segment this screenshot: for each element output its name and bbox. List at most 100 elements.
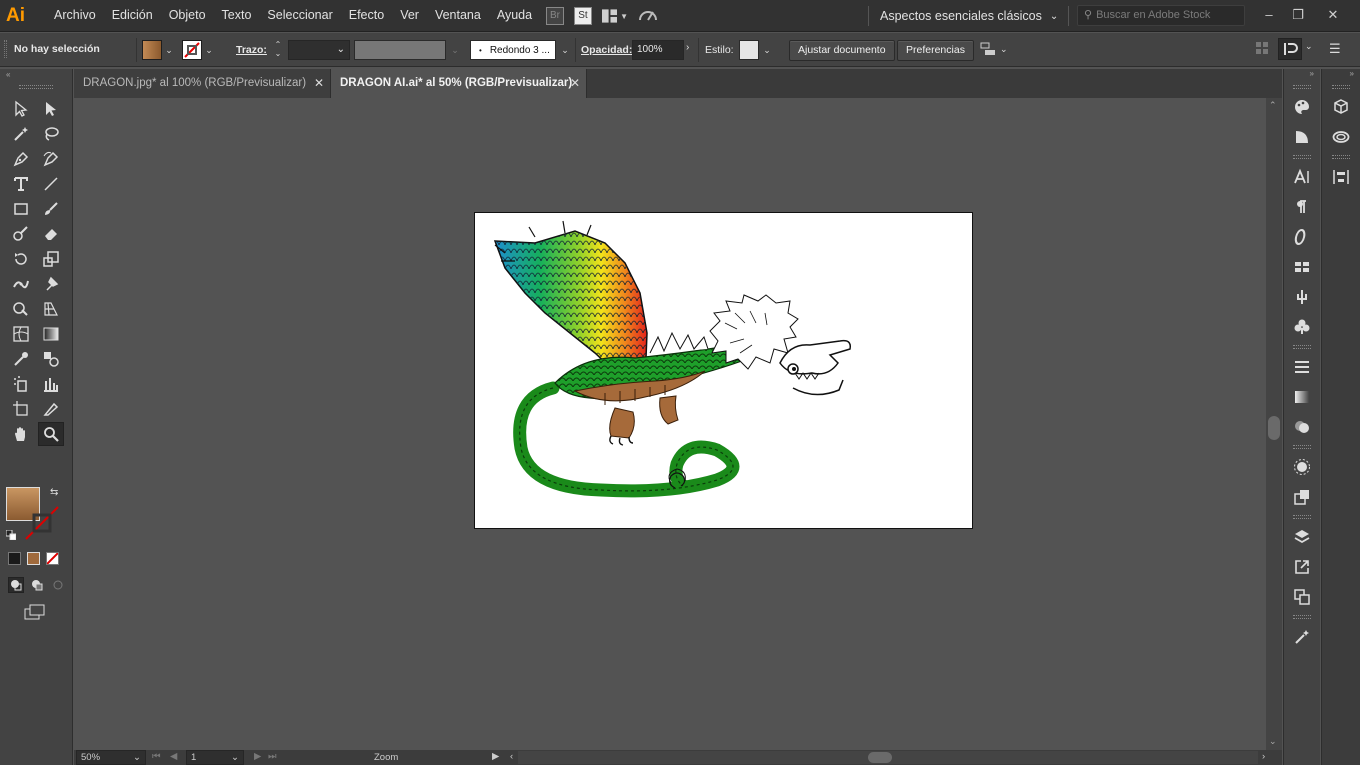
libraries-icon[interactable]: [1329, 125, 1353, 149]
zoom-icon[interactable]: [38, 422, 64, 446]
fill-dropdown[interactable]: ⌄: [162, 40, 176, 60]
paragraph-icon[interactable]: [1290, 195, 1314, 219]
gradient-mode-icon[interactable]: [27, 552, 40, 565]
last-artboard-icon[interactable]: ⏭: [268, 751, 277, 762]
panel-menu-icon[interactable]: ☰: [1329, 41, 1341, 57]
restore-button[interactable]: ❐: [1283, 0, 1313, 32]
rotate-icon[interactable]: [8, 247, 34, 271]
opacity-field[interactable]: 100%: [632, 40, 684, 60]
gradient-panel-icon[interactable]: [1290, 385, 1314, 409]
menu-texto[interactable]: Texto: [214, 0, 260, 32]
draw-inside-icon[interactable]: [50, 577, 66, 593]
close-tab-icon[interactable]: ✕: [314, 69, 324, 98]
paintbrush-icon[interactable]: [38, 197, 64, 221]
preferences-button[interactable]: Preferencias: [897, 40, 974, 61]
graphic-style-swatch[interactable]: [739, 40, 759, 60]
artboards-panel-icon[interactable]: [1290, 585, 1314, 609]
scale-icon[interactable]: [38, 247, 64, 271]
menu-objeto[interactable]: Objeto: [161, 0, 214, 32]
close-tab-icon[interactable]: ✕: [570, 69, 580, 98]
symbol-sprayer-icon[interactable]: [8, 372, 34, 396]
width-icon[interactable]: [8, 272, 34, 296]
stock-icon[interactable]: St: [574, 7, 592, 25]
brush-dropdown[interactable]: ⌄: [558, 40, 572, 60]
stroke-label[interactable]: Trazo:: [236, 44, 267, 56]
chevron-right-icon[interactable]: ›: [686, 42, 689, 53]
opentype-icon[interactable]: [1290, 225, 1314, 249]
artboard-number-field[interactable]: 1 ⌄: [186, 750, 244, 765]
grid-icon[interactable]: [1256, 42, 1268, 54]
arrange-documents-icon[interactable]: ▼: [602, 7, 628, 25]
brush-definition[interactable]: • Redondo 3 ...: [470, 40, 556, 60]
dragon-illustration[interactable]: [475, 213, 972, 528]
menu-archivo[interactable]: Archivo: [46, 0, 104, 32]
magic-wand-icon[interactable]: [8, 122, 34, 146]
color-palette-icon[interactable]: [1290, 95, 1314, 119]
scroll-right-icon[interactable]: ›: [1262, 751, 1265, 762]
blend-icon[interactable]: [38, 347, 64, 371]
scroll-up-icon[interactable]: ⌃: [1269, 100, 1277, 111]
stroke-dropdown[interactable]: ⌄: [202, 40, 216, 60]
scroll-down-icon[interactable]: ⌄: [1269, 736, 1277, 747]
curvature-icon[interactable]: [38, 147, 64, 171]
brushes-icon[interactable]: [1290, 285, 1314, 309]
menu-seleccionar[interactable]: Seleccionar: [259, 0, 340, 32]
symbols-icon[interactable]: [1290, 315, 1314, 339]
screen-mode-icon[interactable]: [24, 604, 46, 623]
draw-behind-icon[interactable]: [29, 577, 45, 593]
direct-selection-icon[interactable]: [38, 97, 64, 121]
horizontal-scrollbar[interactable]: [518, 751, 1258, 764]
character-icon[interactable]: [1290, 165, 1314, 189]
close-window-button[interactable]: ✕: [1318, 0, 1348, 32]
menu-ver[interactable]: Ver: [392, 0, 427, 32]
perspective-grid-icon[interactable]: [38, 297, 64, 321]
color-mode-icon[interactable]: [8, 552, 21, 565]
profile-dropdown[interactable]: ⌄: [448, 40, 462, 60]
appearance-icon[interactable]: [1290, 455, 1314, 479]
column-graph-icon[interactable]: [38, 372, 64, 396]
graphic-styles-icon[interactable]: [1290, 485, 1314, 509]
chevron-down-icon[interactable]: ⌄: [1305, 41, 1313, 52]
gradient-icon[interactable]: [38, 322, 64, 346]
menu-ventana[interactable]: Ventana: [427, 0, 489, 32]
default-colors-icon[interactable]: [5, 529, 17, 541]
menu-ayuda[interactable]: Ayuda: [489, 0, 540, 32]
stock-search-input[interactable]: ⚲ Buscar en Adobe Stock: [1077, 5, 1245, 26]
tab-dragon-jpg[interactable]: DRAGON.jpg* al 100% (RGB/Previsualizar) …: [74, 69, 331, 98]
type-icon[interactable]: [8, 172, 34, 196]
opacity-label[interactable]: Opacidad:: [581, 44, 632, 56]
collapse-toolbar-icon[interactable]: «: [0, 69, 72, 83]
bridge-icon[interactable]: Br: [546, 7, 564, 25]
swatches-icon[interactable]: [1290, 255, 1314, 279]
eraser-icon[interactable]: [38, 222, 64, 246]
properties-icon[interactable]: [1329, 95, 1353, 119]
align-options[interactable]: ⌄: [979, 41, 1008, 57]
menu-edicion[interactable]: Edición: [104, 0, 161, 32]
status-menu-icon[interactable]: ▶: [492, 751, 499, 762]
slice-icon[interactable]: [38, 397, 64, 421]
layers-icon[interactable]: [1290, 525, 1314, 549]
artboard[interactable]: [474, 212, 973, 529]
style-dropdown[interactable]: ⌄: [760, 40, 774, 60]
transform-panel-icon[interactable]: [1278, 38, 1302, 60]
none-mode-icon[interactable]: [46, 552, 59, 565]
puppet-warp-icon[interactable]: [38, 272, 64, 296]
tab-dragon-ai[interactable]: DRAGON AI.ai* al 50% (RGB/Previsualizar)…: [331, 69, 587, 98]
line-icon[interactable]: [38, 172, 64, 196]
first-artboard-icon[interactable]: ⏮: [152, 751, 161, 762]
pen-icon[interactable]: [8, 147, 34, 171]
variable-width-profile[interactable]: [354, 40, 446, 60]
draw-normal-icon[interactable]: [8, 577, 24, 593]
transparency-icon[interactable]: [1290, 415, 1314, 439]
magic-wand-panel-icon[interactable]: [1290, 625, 1314, 649]
swap-fill-stroke-icon[interactable]: ⇆: [50, 487, 58, 498]
stroke-weight-stepper[interactable]: ⌃ ⌄: [270, 40, 286, 60]
prev-artboard-icon[interactable]: ◀: [170, 751, 177, 762]
scroll-left-icon[interactable]: ‹: [510, 751, 513, 762]
menu-efecto[interactable]: Efecto: [341, 0, 392, 32]
eyedropper-icon[interactable]: [8, 347, 34, 371]
stroke-weight-field[interactable]: ⌄: [288, 40, 350, 60]
selection-icon[interactable]: [8, 97, 34, 121]
lasso-icon[interactable]: [38, 122, 64, 146]
workspace-switcher[interactable]: Aspectos esenciales clásicos ⌄: [880, 0, 1058, 32]
